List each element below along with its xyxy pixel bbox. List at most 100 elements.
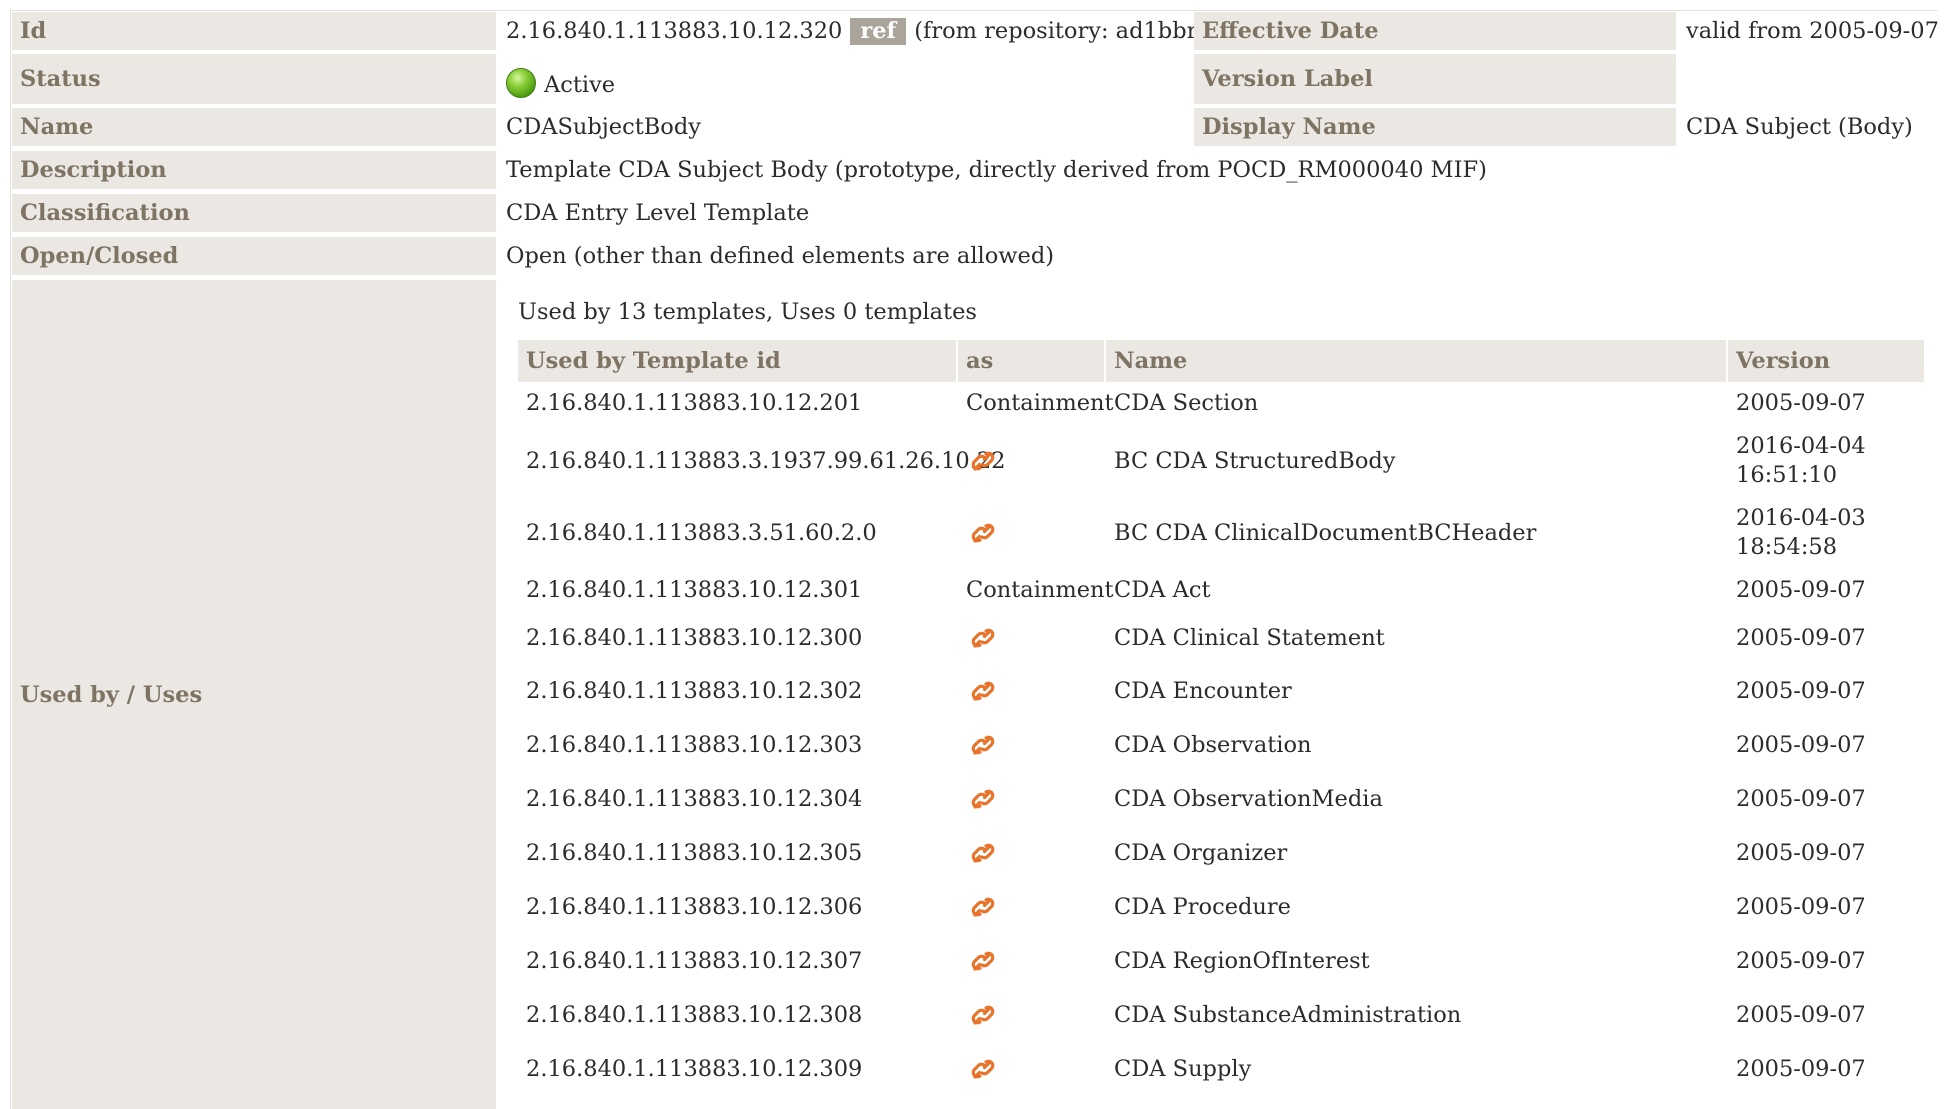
id-value-cell: 2.16.840.1.113883.10.12.320 ref (from re… xyxy=(498,12,1214,50)
as-cell[interactable] xyxy=(958,498,1106,568)
template-id-cell[interactable]: 2.16.840.1.113883.10.12.307 xyxy=(518,936,958,986)
template-name-cell[interactable]: CDA Observation xyxy=(1106,720,1728,770)
as-cell[interactable] xyxy=(958,426,1106,496)
link-icon[interactable] xyxy=(966,1052,1000,1086)
as-cell: Containment xyxy=(966,577,1114,603)
template-id-cell[interactable]: 2.16.840.1.113883.10.12.306 xyxy=(518,882,958,932)
template-name-cell[interactable]: CDA SubstanceAdministration xyxy=(1106,990,1728,1040)
template-id-cell[interactable]: 2.16.840.1.113883.10.12.302 xyxy=(518,666,958,716)
table-row[interactable]: 2.16.840.1.113883.10.12.306 CDA Procedure… xyxy=(518,882,1924,932)
as-cell[interactable] xyxy=(958,1044,1106,1094)
version-cell: 2005-09-07 xyxy=(1736,1001,1866,1028)
used-by-uses-label: Used by / Uses xyxy=(12,280,496,1109)
link-icon[interactable] xyxy=(966,444,1000,478)
version-cell: 2005-09-07 xyxy=(1736,785,1866,812)
link-icon[interactable] xyxy=(966,836,1000,870)
name-value: CDASubjectBody xyxy=(506,114,701,140)
version-cell: 2016-04-04 16:51:10 xyxy=(1736,433,1866,488)
classification-value: CDA Entry Level Template xyxy=(506,200,810,226)
template-name-cell[interactable]: CDA Act xyxy=(1106,570,1728,610)
template-id-cell[interactable]: 2.16.840.1.113883.10.12.301 xyxy=(518,570,958,610)
link-icon[interactable] xyxy=(966,998,1000,1032)
link-icon[interactable] xyxy=(966,621,1000,655)
template-name-cell[interactable]: CDA Encounter xyxy=(1106,666,1728,716)
link-icon[interactable] xyxy=(966,674,1000,708)
template-id-cell[interactable]: 2.16.840.1.113883.3.51.60.2.0 xyxy=(518,498,958,568)
link-icon[interactable] xyxy=(966,944,1000,978)
as-cell[interactable] xyxy=(958,882,1106,932)
description-value: Template CDA Subject Body (prototype, di… xyxy=(506,157,1487,183)
ref-badge[interactable]: ref xyxy=(850,17,907,45)
template-name-cell[interactable]: BC CDA StructuredBody xyxy=(1106,426,1728,496)
template-id-cell[interactable]: 2.16.840.1.113883.10.12.303 xyxy=(518,720,958,770)
version-label-label: Version Label xyxy=(1194,54,1676,104)
template-name-cell[interactable]: BC CDA ClinicalDocumentBCHeader xyxy=(1106,498,1728,568)
version-cell: 2016-04-03 18:54:58 xyxy=(1736,505,1866,560)
table-row[interactable]: 2.16.840.1.113883.10.12.304 CDA Observati… xyxy=(518,774,1924,824)
classification-label: Classification xyxy=(12,194,496,232)
display-name-value: CDA Subject (Body) xyxy=(1686,114,1913,140)
status-value-cell: Active xyxy=(498,54,1192,104)
template-name-cell[interactable]: CDA RegionOfInterest xyxy=(1106,936,1728,986)
id-label: Id xyxy=(12,12,496,50)
version-cell: 2005-09-07 xyxy=(1736,1055,1866,1082)
table-row[interactable]: 2.16.840.1.113883.10.12.308 CDA Substance… xyxy=(518,990,1924,1040)
version-cell: 2005-09-07 xyxy=(1736,389,1866,416)
template-id-cell[interactable]: 2.16.840.1.113883.10.12.304 xyxy=(518,774,958,824)
table-row[interactable]: 2.16.840.1.113883.3.51.60.2.0 BC CDA Clin… xyxy=(518,498,1924,568)
table-row[interactable]: 2.16.840.1.113883.10.12.300 CDA Clinical … xyxy=(518,614,1924,662)
as-cell[interactable] xyxy=(958,828,1106,878)
as-cell: Containment xyxy=(966,390,1114,416)
template-name-cell[interactable]: CDA Supply xyxy=(1106,1044,1728,1094)
as-cell[interactable] xyxy=(958,936,1106,986)
header-as[interactable]: as xyxy=(958,340,1104,382)
table-row[interactable]: 2.16.840.1.113883.10.12.305 CDA Organizer… xyxy=(518,828,1924,878)
table-row[interactable]: 2.16.840.1.113883.10.12.309 CDA Supply 200… xyxy=(518,1044,1924,1094)
template-name-cell[interactable]: CDA ObservationMedia xyxy=(1106,774,1728,824)
link-icon[interactable] xyxy=(966,890,1000,924)
version-label-value xyxy=(1678,54,1940,104)
open-closed-label: Open/Closed xyxy=(12,237,496,275)
template-id-cell[interactable]: 2.16.840.1.113883.3.1937.99.61.26.10.22 xyxy=(518,426,1006,496)
template-name-cell[interactable]: CDA Section xyxy=(1106,384,1728,422)
effective-date-value: valid from 2005-09-07 xyxy=(1686,18,1939,44)
template-id-cell[interactable]: 2.16.840.1.113883.10.12.201 xyxy=(518,384,958,422)
as-cell[interactable] xyxy=(958,614,1106,662)
status-active-icon xyxy=(506,68,536,98)
table-row[interactable]: 2.16.840.1.113883.3.1937.99.61.26.10.22 B… xyxy=(518,426,1924,496)
effective-date-label: Effective Date xyxy=(1194,12,1676,50)
version-cell: 2005-09-07 xyxy=(1736,947,1866,974)
as-cell[interactable] xyxy=(958,774,1106,824)
template-id-value[interactable]: 2.16.840.1.113883.10.12.320 xyxy=(506,18,842,44)
link-icon[interactable] xyxy=(966,516,1000,550)
template-name-cell[interactable]: CDA Organizer xyxy=(1106,828,1728,878)
header-template-id[interactable]: Used by Template id xyxy=(518,340,956,382)
version-cell: 2005-09-07 xyxy=(1736,731,1866,758)
as-cell[interactable] xyxy=(958,990,1106,1040)
description-label: Description xyxy=(12,151,496,189)
template-id-cell[interactable]: 2.16.840.1.113883.10.12.305 xyxy=(518,828,958,878)
table-row[interactable]: 2.16.840.1.113883.10.12.301 Containment CD… xyxy=(518,570,1924,610)
template-id-cell[interactable]: 2.16.840.1.113883.10.12.308 xyxy=(518,990,958,1040)
template-name-cell[interactable]: CDA Procedure xyxy=(1106,882,1728,932)
display-name-label: Display Name xyxy=(1194,108,1676,146)
table-row[interactable]: 2.16.840.1.113883.10.12.307 CDA RegionOfI… xyxy=(518,936,1924,986)
status-label: Status xyxy=(12,54,496,104)
table-row[interactable]: 2.16.840.1.113883.10.12.302 CDA Encounter… xyxy=(518,666,1924,716)
version-cell: 2005-09-07 xyxy=(1736,624,1866,651)
open-closed-value: Open (other than defined elements are al… xyxy=(506,243,1055,269)
repository-text: (from repository: ad1bbr-) xyxy=(914,18,1214,44)
table-row[interactable]: 2.16.840.1.113883.10.12.201 Containment CD… xyxy=(518,384,1924,422)
link-icon[interactable] xyxy=(966,728,1000,762)
version-cell: 2005-09-07 xyxy=(1736,893,1866,920)
table-row[interactable]: 2.16.840.1.113883.10.12.303 CDA Observati… xyxy=(518,720,1924,770)
version-cell: 2005-09-07 xyxy=(1736,576,1866,603)
template-id-cell[interactable]: 2.16.840.1.113883.10.12.300 xyxy=(518,614,958,662)
template-name-cell[interactable]: CDA Clinical Statement xyxy=(1106,614,1728,662)
as-cell[interactable] xyxy=(958,666,1106,716)
header-version[interactable]: Version xyxy=(1728,340,1924,382)
header-name[interactable]: Name xyxy=(1106,340,1726,382)
template-id-cell[interactable]: 2.16.840.1.113883.10.12.309 xyxy=(518,1044,958,1094)
link-icon[interactable] xyxy=(966,782,1000,816)
as-cell[interactable] xyxy=(958,720,1106,770)
